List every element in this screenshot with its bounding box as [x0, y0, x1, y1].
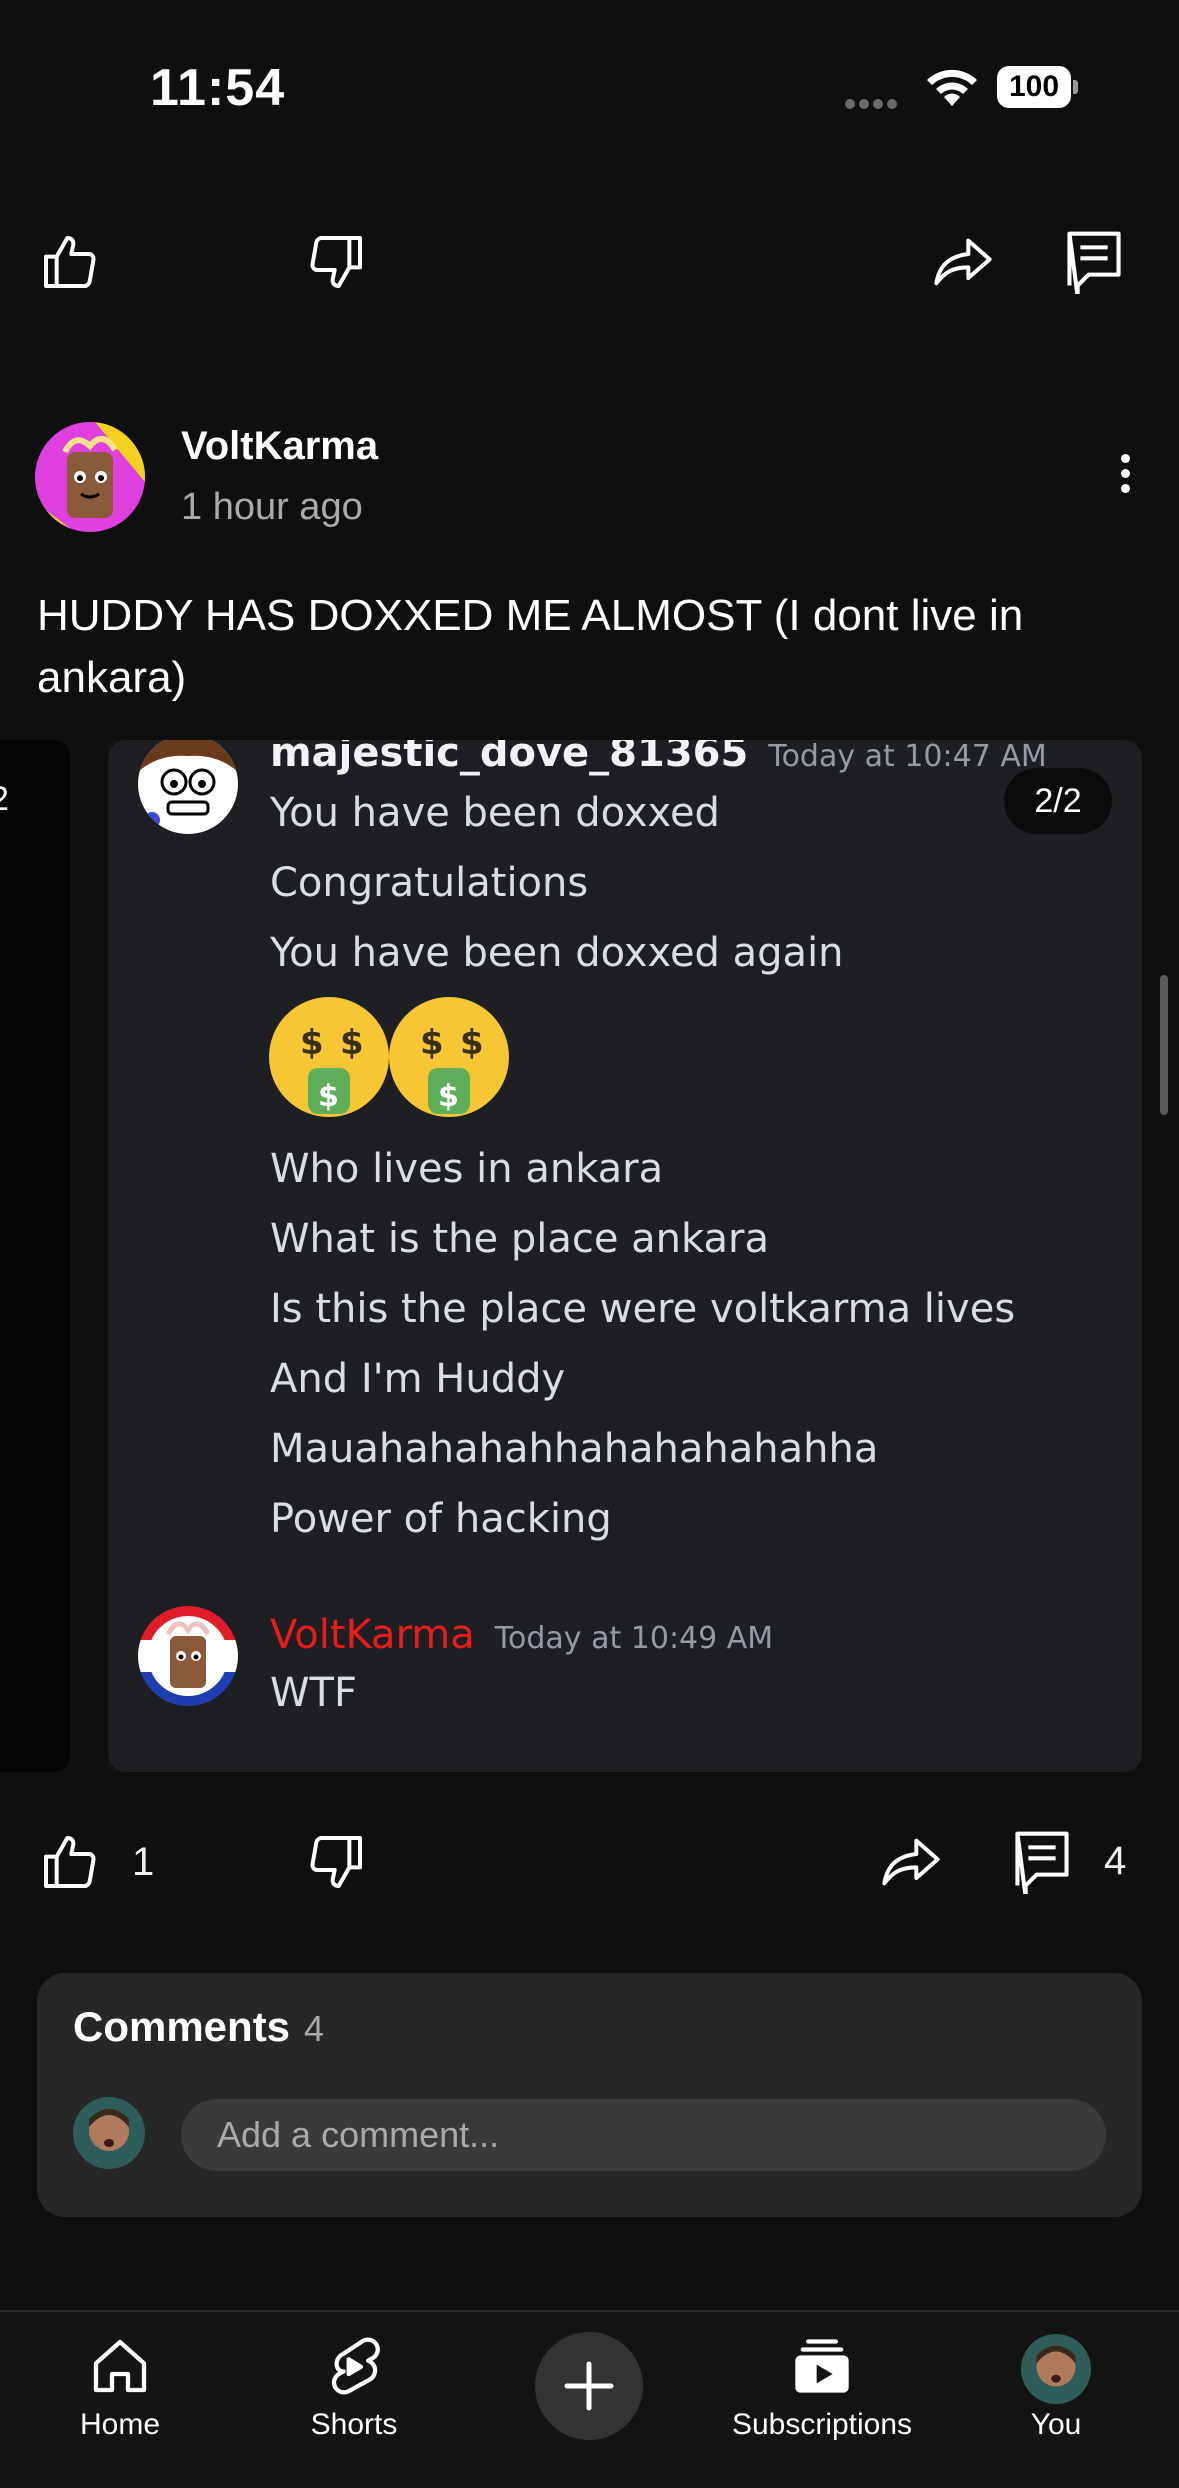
share-icon	[934, 238, 992, 286]
dislike-icon	[310, 236, 362, 288]
nav-shorts[interactable]: Shorts	[254, 2334, 454, 2442]
message-username: majestic_dove_81365 Today at 10:47 AM	[270, 740, 1047, 776]
comment-icon	[1015, 1831, 1069, 1894]
share-icon	[882, 1838, 940, 1886]
message-username-text: VoltKarma	[270, 1612, 475, 1658]
nav-home[interactable]: Home	[20, 2334, 220, 2442]
current-user-avatar	[73, 2097, 145, 2169]
message-line: Who lives in ankara	[270, 1146, 664, 1192]
money-mouth-face-icon: $ $ $	[389, 997, 509, 1117]
svg-text:$: $	[420, 1023, 444, 1063]
create-button[interactable]	[535, 2332, 643, 2440]
comments-title: Comments	[73, 2003, 291, 2050]
home-icon	[93, 2339, 147, 2393]
message-line: Power of hacking	[270, 1496, 612, 1542]
nav-shorts-label: Shorts	[310, 2408, 398, 2441]
cellular-signal-icon	[845, 96, 905, 109]
message-line: Mauahahahahhahahahahahha	[270, 1426, 879, 1472]
svg-text:$: $	[300, 1023, 324, 1063]
comment-button[interactable]: 4	[1012, 1828, 1126, 1894]
comment-button-top[interactable]	[1064, 228, 1124, 294]
nav-home-label: Home	[79, 2408, 161, 2441]
message-line: What is the place ankara	[270, 1216, 769, 1262]
subscriptions-icon	[795, 2339, 849, 2393]
like-button-top[interactable]	[38, 230, 102, 294]
svg-text:$: $	[438, 1079, 459, 1114]
status-time: 11:54	[150, 59, 286, 117]
post-time: 1 hour ago	[181, 486, 363, 528]
message-line: Congratulations	[270, 860, 589, 906]
status-bar: 11:54 100	[0, 0, 1179, 170]
share-button-top[interactable]	[930, 230, 996, 294]
nav-subscriptions-label: Subscriptions	[731, 2408, 913, 2441]
post-text: HUDDY HAS DOXXED ME ALMOST (I dont live …	[37, 591, 1024, 702]
svg-text:$: $	[460, 1023, 484, 1063]
voltkarma-discord-avatar	[138, 1606, 238, 1706]
post-author-header: VoltKarma 1 hour ago	[35, 420, 1145, 540]
shorts-icon	[331, 2337, 380, 2395]
message-line: You have been doxxed	[270, 790, 720, 836]
message-line: Is this the place were voltkarma lives	[270, 1286, 1016, 1332]
dislike-button[interactable]	[304, 1830, 368, 1894]
previous-image-card[interactable]: 2	[0, 740, 70, 1772]
wifi-icon	[927, 69, 977, 106]
svg-text:$: $	[318, 1079, 339, 1114]
like-icon	[44, 1836, 96, 1888]
bottom-navigation: Home Shorts Subscriptions You	[0, 2310, 1179, 2488]
plus-icon	[564, 2361, 614, 2411]
nav-you[interactable]: You	[956, 2334, 1156, 2442]
svg-text:$: $	[340, 1023, 364, 1063]
previous-page-badge: 2	[0, 780, 9, 819]
message-timestamp: Today at 10:47 AM	[768, 740, 1047, 774]
share-button[interactable]	[878, 1830, 944, 1894]
dislike-icon	[310, 1836, 362, 1888]
message-line: WTF	[270, 1670, 357, 1716]
message-username-text: majestic_dove_81365	[270, 740, 749, 776]
author-name[interactable]: VoltKarma	[181, 424, 378, 469]
battery-level: 100	[997, 66, 1071, 108]
comment-icon	[1067, 231, 1121, 294]
message-line: And I'm Huddy	[270, 1356, 566, 1402]
message-timestamp: Today at 10:49 AM	[494, 1621, 774, 1656]
nav-you-label: You	[1030, 2408, 1082, 2441]
dislike-button-top[interactable]	[304, 230, 368, 294]
like-button[interactable]: 1	[38, 1830, 154, 1894]
post-image-card[interactable]: 2/2 majestic_dove_81365 Today at 10:47 AM…	[108, 740, 1142, 1772]
nav-subscriptions[interactable]: Subscriptions	[722, 2334, 922, 2442]
comments-section[interactable]: Comments 4	[37, 1973, 1142, 2217]
more-options-icon[interactable]	[1105, 448, 1145, 508]
battery-icon: 100	[997, 66, 1078, 108]
majestic-dove-avatar	[138, 740, 238, 834]
like-icon	[44, 236, 96, 288]
author-avatar[interactable]	[35, 422, 145, 532]
add-comment-input[interactable]	[181, 2099, 1106, 2171]
money-mouth-face-icon: $ $ $	[269, 997, 389, 1117]
comments-header: Comments 4	[73, 2003, 324, 2051]
like-count: 1	[132, 1839, 155, 1884]
avatar	[1021, 2334, 1091, 2404]
comment-count: 4	[1104, 1838, 1127, 1883]
page-indicator: 2/2	[1004, 768, 1112, 834]
message-line: You have been doxxed again	[270, 930, 844, 976]
comments-count: 4	[304, 2008, 325, 2049]
scrollbar[interactable]	[1160, 975, 1168, 1115]
message-username: VoltKarma Today at 10:49 AM	[270, 1612, 773, 1658]
